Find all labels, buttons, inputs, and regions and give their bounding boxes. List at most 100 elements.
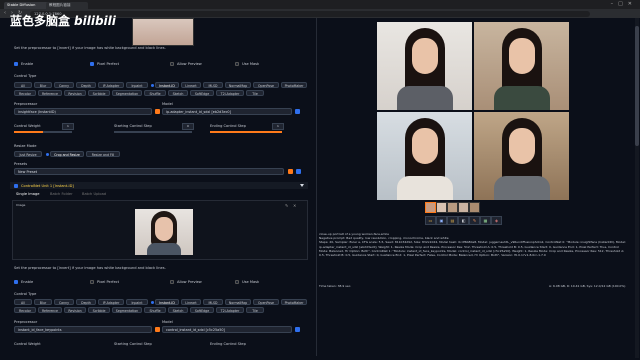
resize-crop-and-resize[interactable]: Crop and Resize — [50, 151, 84, 157]
tab-batch-folder[interactable]: Batch Folder — [50, 192, 73, 196]
send-icon[interactable]: ◈ — [491, 216, 502, 225]
type-mlsd[interactable]: MLSD — [203, 82, 223, 88]
minimize-icon[interactable]: – — [611, 1, 619, 7]
run-preprocessor-icon[interactable] — [155, 109, 160, 114]
type-recolor[interactable]: Recolor — [14, 90, 36, 96]
type-photomaker[interactable]: PhotoMaker — [281, 82, 307, 88]
unit1-type-blur[interactable]: Blur — [34, 299, 52, 305]
unit1-enable-checkbox[interactable] — [14, 280, 18, 284]
type-sketch[interactable]: Sketch — [168, 90, 188, 96]
window-controls[interactable]: –□✕ — [611, 1, 637, 7]
unit1-allow-preview-checkbox[interactable] — [170, 280, 174, 284]
unit1-type-photomaker[interactable]: PhotoMaker — [281, 299, 307, 305]
collapse-icon[interactable] — [300, 184, 304, 187]
presets-select[interactable]: New Preset — [14, 168, 284, 175]
unit1-type-openpose[interactable]: OpenPose — [253, 299, 279, 305]
unit1-type-scribble[interactable]: Scribble — [88, 307, 110, 313]
page-scrollbar[interactable] — [635, 18, 639, 358]
unit1-model-select[interactable]: control_instant_id_sdxl [c5c25a50] — [162, 326, 292, 333]
thumbnail-4[interactable] — [458, 202, 469, 213]
paint-icon[interactable]: ✎ — [469, 216, 480, 225]
unit1-type-sketch[interactable]: Sketch — [168, 307, 188, 313]
thumbnail-1[interactable] — [425, 202, 436, 213]
resize-and-fill[interactable]: Resize and Fill — [86, 151, 120, 157]
zip-icon[interactable]: ▤ — [447, 216, 458, 225]
type-tile[interactable]: Tile — [246, 90, 264, 96]
clear-image-icon[interactable]: ✕ — [293, 203, 296, 208]
image-upload-canvas[interactable]: Image ✎ ✕ — [12, 200, 308, 260]
unit1-type-instant-id[interactable]: Instant-ID — [155, 299, 179, 305]
crop-resize-radio[interactable] — [46, 152, 49, 156]
enable-checkbox[interactable] — [14, 62, 18, 66]
unit1-type-depth[interactable]: Depth — [76, 299, 96, 305]
type-segmentation[interactable]: Segmentation — [112, 90, 142, 96]
scrollbar-thumb[interactable] — [635, 26, 639, 146]
preprocessor-select[interactable]: insightface (InstantID) — [14, 108, 152, 115]
type-shuffle[interactable]: Shuffle — [144, 90, 166, 96]
unit1-type-ip-adapter[interactable]: IP-Adapter — [98, 299, 124, 305]
browser-tab-stable-diffusion[interactable]: Stable Diffusion — [4, 2, 50, 9]
type-softedge[interactable]: SoftEdge — [190, 90, 214, 96]
unit1-type-tile[interactable]: Tile — [246, 307, 264, 313]
unit1-pixel-perfect-checkbox[interactable] — [90, 280, 94, 284]
unit1-instant-id-radio[interactable] — [151, 300, 154, 304]
model-select[interactable]: ip-adapter_instant_id_sdxl [eb2d3ec0] — [162, 108, 292, 115]
type-canny[interactable]: Canny — [54, 82, 74, 88]
unit1-type-t2i-adapter[interactable]: T2I-Adapter — [216, 307, 244, 313]
tab-single-image[interactable]: Single Image — [16, 192, 39, 196]
edit-icon[interactable]: ✎ — [285, 203, 288, 208]
type-depth[interactable]: Depth — [76, 82, 96, 88]
unit1-type-normalmap[interactable]: NormalMap — [225, 299, 251, 305]
type-revision[interactable]: Revision — [64, 90, 86, 96]
unit1-type-all[interactable]: All — [14, 299, 32, 305]
thumbnail-3[interactable] — [447, 202, 458, 213]
reset-preset-icon[interactable] — [296, 169, 301, 174]
thumbnail-5[interactable] — [469, 202, 480, 213]
unit1-type-recolor[interactable]: Recolor — [14, 307, 36, 313]
unit1-use-mask-checkbox[interactable] — [235, 280, 239, 284]
type-inpaint[interactable]: Inpaint — [126, 82, 148, 88]
type-lineart[interactable]: Lineart — [181, 82, 201, 88]
output-image-3[interactable] — [377, 112, 472, 200]
unit1-type-canny[interactable]: Canny — [54, 299, 74, 305]
unit1-refresh-models-icon[interactable] — [295, 327, 300, 332]
back-icon[interactable]: ‹ — [4, 10, 6, 16]
ending-step-input[interactable]: 1 — [272, 123, 284, 130]
use-mask-checkbox[interactable] — [235, 62, 239, 66]
starting-step-input[interactable]: 0 — [182, 123, 194, 130]
save-preset-icon[interactable] — [288, 169, 293, 174]
resize-just-resize[interactable]: Just Resize — [14, 151, 42, 157]
unit1-run-preprocessor-icon[interactable] — [155, 327, 160, 332]
close-icon[interactable]: ✕ — [628, 1, 637, 7]
thumbnail-2[interactable] — [436, 202, 447, 213]
output-image-1[interactable] — [377, 22, 472, 110]
browser-tab-tutorial[interactable]: 教程图片链接 — [46, 2, 88, 9]
instant-id-radio[interactable] — [151, 83, 154, 87]
unit1-type-inpaint[interactable]: Inpaint — [126, 299, 148, 305]
unit1-type-shuffle[interactable]: Shuffle — [144, 307, 166, 313]
type-openpose[interactable]: OpenPose — [253, 82, 279, 88]
allow-preview-checkbox[interactable] — [170, 62, 174, 66]
unit1-preprocessor-select[interactable]: instant_id_face_keypoints — [14, 326, 152, 333]
tab-batch-upload[interactable]: Batch Upload — [82, 192, 106, 196]
type-blur[interactable]: Blur — [34, 82, 52, 88]
save-icon[interactable]: ▣ — [436, 216, 447, 225]
output-image-4[interactable] — [474, 112, 569, 200]
pixel-perfect-checkbox[interactable] — [90, 62, 94, 66]
output-image-2[interactable] — [474, 22, 569, 110]
unit1-type-segmentation[interactable]: Segmentation — [112, 307, 142, 313]
ending-step-slider[interactable] — [210, 131, 282, 133]
type-t2i-adapter[interactable]: T2I-Adapter — [216, 90, 244, 96]
type-normalmap[interactable]: NormalMap — [225, 82, 251, 88]
refresh-models-icon[interactable] — [295, 109, 300, 114]
type-all[interactable]: All — [14, 82, 32, 88]
type-scribble[interactable]: Scribble — [88, 90, 110, 96]
unit1-type-softedge[interactable]: SoftEdge — [190, 307, 214, 313]
type-instant-id[interactable]: Instant-ID — [155, 82, 179, 88]
unit1-type-reference[interactable]: Reference — [38, 307, 62, 313]
controlnet-unit-1-header[interactable]: ControlNet Unit 1 [Instant-ID] — [10, 182, 308, 189]
starting-step-slider[interactable] — [114, 131, 192, 133]
control-weight-input[interactable]: 1 — [62, 123, 74, 130]
unit1-type-lineart[interactable]: Lineart — [181, 299, 201, 305]
control-weight-slider[interactable] — [14, 131, 72, 133]
